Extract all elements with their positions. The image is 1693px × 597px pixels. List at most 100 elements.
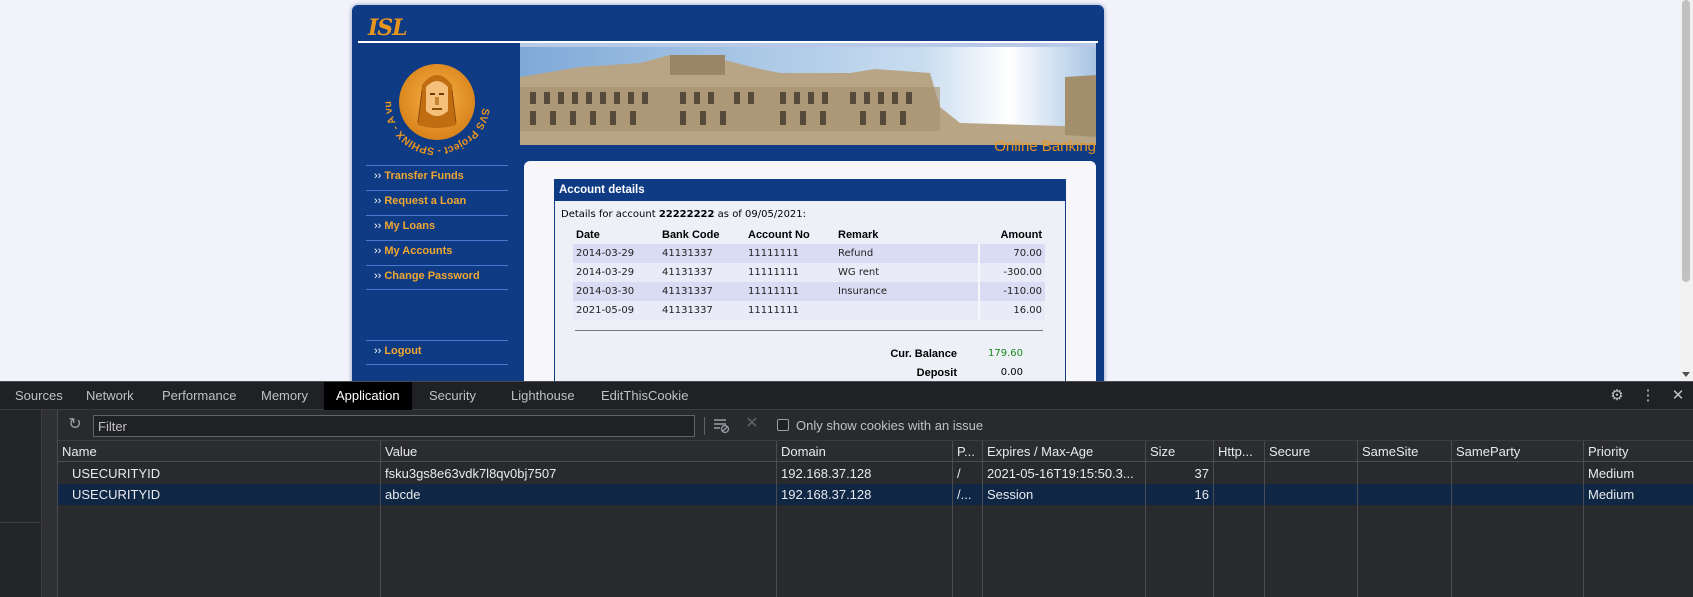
table-row: 2014-03-29 41131337 11111111 Refund 70.0… [573, 244, 1045, 263]
only-issues-checkbox[interactable] [777, 419, 789, 431]
col-bank-code: Bank Code [662, 229, 720, 241]
col-date: Date [576, 229, 600, 241]
account-number: 22222222 [658, 209, 715, 220]
tab-editthiscookie[interactable]: EditThisCookie [589, 382, 700, 410]
tab-sources[interactable]: Sources [3, 382, 75, 410]
palace-banner-image [520, 43, 1096, 145]
amount-cell: -110.00 [978, 282, 1045, 301]
column-divider[interactable] [1213, 441, 1214, 597]
column-divider[interactable] [1583, 441, 1584, 597]
col-httponly[interactable]: Http... [1214, 441, 1264, 462]
table-row: 2021-05-09 41131337 11111111 16.00 [573, 301, 1045, 320]
col-value[interactable]: Value [381, 441, 776, 462]
close-icon[interactable]: ✕ [1670, 388, 1686, 404]
nav-arrow-icon: ›› [374, 170, 382, 182]
tab-network[interactable]: Network [74, 382, 146, 410]
table-header-row: Date Bank Code Account No Remark Amount [573, 226, 1045, 244]
tab-memory[interactable]: Memory [249, 382, 320, 410]
delete-all-icon[interactable]: ✕ [743, 415, 761, 433]
bank-site-frame: ISL SVS Project - SPHINX - A vu Online B… [352, 5, 1104, 381]
account-summary-line: Details for account 22222222 as of 09/05… [561, 209, 807, 220]
col-samesite[interactable]: SameSite [1358, 441, 1451, 462]
nav-my-accounts[interactable]: ›› My Accounts [366, 240, 508, 265]
nav-arrow-icon: ›› [374, 270, 382, 282]
tab-application[interactable]: Application [324, 382, 412, 410]
column-divider[interactable] [380, 441, 381, 597]
deposit-value: 0.00 [1000, 367, 1023, 378]
toolbar-divider [704, 417, 705, 435]
balance-value: 179.60 [988, 348, 1023, 359]
only-issues-label: Only show cookies with an issue [796, 418, 984, 433]
deposit-label: Deposit [916, 367, 957, 379]
col-sameparty[interactable]: SameParty [1452, 441, 1543, 462]
nav-label: Change Password [384, 270, 480, 282]
balance-label: Cur. Balance [890, 348, 957, 360]
gear-icon[interactable]: ⚙ [1609, 388, 1625, 404]
online-banking-title: Online Banking [994, 138, 1096, 155]
cookie-row-selected[interactable]: USECURITYID abcde 192.168.37.128 /... Se… [58, 484, 1693, 505]
column-divider[interactable] [982, 441, 983, 597]
col-account-no: Account No [748, 229, 810, 241]
column-divider[interactable] [1357, 441, 1358, 597]
account-details-box: Account details Details for account 2222… [554, 179, 1066, 381]
column-divider[interactable] [1145, 441, 1146, 597]
nav-label: Request a Loan [384, 195, 467, 207]
nav-change-password[interactable]: ›› Change Password [366, 265, 508, 290]
nav-transfer-funds[interactable]: ›› Transfer Funds [366, 165, 508, 190]
col-priority[interactable]: Priority [1584, 441, 1693, 462]
nav-arrow-icon: ›› [374, 245, 382, 257]
nav-logout[interactable]: ›› Logout [366, 340, 508, 365]
cookies-table-header: Name Value Domain P... Expires / Max-Age… [58, 441, 1693, 462]
nav-request-loan[interactable]: ›› Request a Loan [366, 190, 508, 215]
table-row: 2014-03-30 41131337 11111111 Insurance -… [573, 282, 1045, 301]
nav-label: Transfer Funds [384, 170, 464, 182]
devtools-tab-bar: Sources Network Performance Memory Appli… [0, 381, 1693, 410]
col-domain[interactable]: Domain [777, 441, 952, 462]
nav-arrow-icon: ›› [374, 345, 382, 357]
side-nav: ›› Transfer Funds ›› Request a Loan ›› My L… [366, 165, 508, 290]
page-scrollbar[interactable] [1679, 0, 1693, 381]
scroll-down-icon[interactable] [1682, 372, 1690, 377]
account-details-title: Account details [555, 180, 1065, 201]
col-secure[interactable]: Secure [1265, 441, 1357, 462]
sidebar-resizer[interactable] [42, 410, 58, 597]
more-menu-icon[interactable]: ⋮ [1640, 388, 1656, 404]
site-header: ISL [358, 7, 1098, 43]
nav-arrow-icon: ›› [374, 220, 382, 232]
application-sidebar [0, 410, 42, 597]
account-date: 09/05/2021: [745, 209, 807, 220]
nav-label: My Accounts [384, 245, 453, 257]
logout-nav: ›› Logout [366, 340, 508, 365]
sidebar-divider [0, 522, 42, 523]
amount-cell: 70.00 [978, 244, 1045, 263]
sphinx-logo: SVS Project - SPHINX - A vulnerable Web … [382, 47, 492, 157]
tab-security[interactable]: Security [417, 382, 488, 410]
tab-performance[interactable]: Performance [150, 382, 248, 410]
nav-my-loans[interactable]: ›› My Loans [366, 215, 508, 240]
col-expires[interactable]: Expires / Max-Age [983, 441, 1145, 462]
col-name[interactable]: Name [58, 441, 380, 462]
cookies-table: Name Value Domain P... Expires / Max-Age… [58, 441, 1693, 597]
col-amount: Amount [1000, 229, 1042, 241]
cookies-toolbar: ↻ ✕ Only show cookies with an issue [58, 410, 1693, 441]
column-divider[interactable] [952, 441, 953, 597]
column-divider[interactable] [776, 441, 777, 597]
cookie-row[interactable]: USECURITYID fsku3gs8e63vdk7l8qv0bj7507 1… [58, 463, 1693, 484]
amount-cell: -300.00 [978, 263, 1045, 282]
col-size[interactable]: Size [1146, 441, 1213, 462]
scrollbar-thumb[interactable] [1682, 0, 1690, 282]
summary-divider [575, 330, 1043, 331]
nav-arrow-icon: ›› [374, 195, 382, 207]
column-divider[interactable] [1451, 441, 1452, 597]
filter-input[interactable] [93, 415, 695, 437]
browser-page: ISL SVS Project - SPHINX - A vu Online B… [0, 0, 1693, 381]
refresh-icon[interactable]: ↻ [66, 416, 84, 434]
tab-lighthouse[interactable]: Lighthouse [499, 382, 587, 410]
clear-filtered-cookies-icon[interactable] [712, 416, 730, 434]
amount-cell: 16.00 [978, 301, 1045, 320]
column-divider[interactable] [1264, 441, 1265, 597]
col-path[interactable]: P... [953, 441, 982, 462]
table-row: 2014-03-29 41131337 11111111 WG rent -30… [573, 263, 1045, 282]
nav-label: My Loans [384, 220, 436, 232]
transactions-table: Date Bank Code Account No Remark Amount … [573, 226, 1045, 320]
